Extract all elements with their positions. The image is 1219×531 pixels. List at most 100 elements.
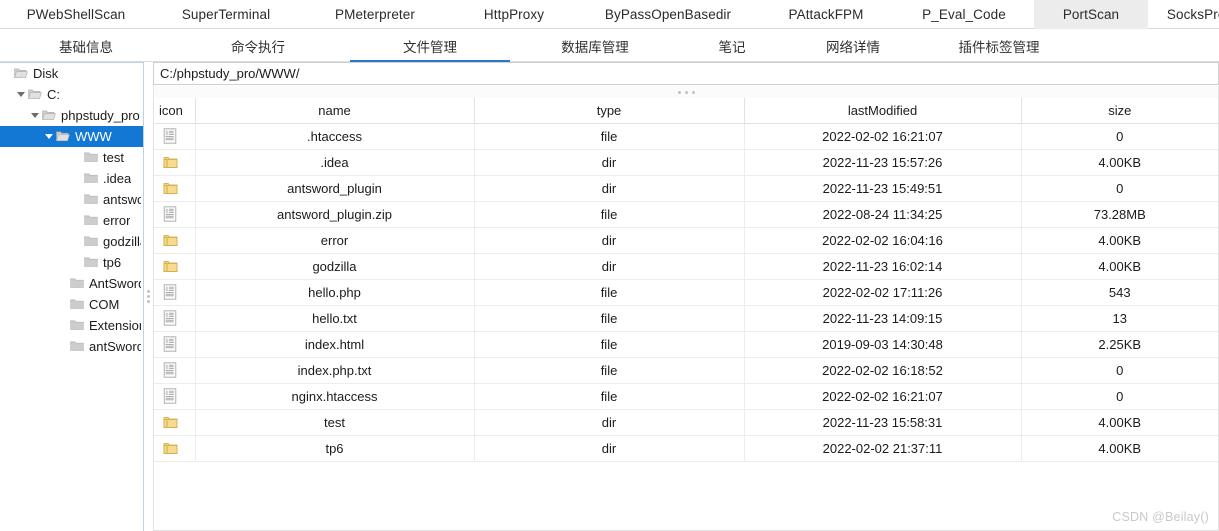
cell-size: 4.00KB xyxy=(1021,227,1218,254)
antsword-file-manager-window: PWebShellScan SuperTerminal PMeterpreter Ht… xyxy=(0,0,1219,531)
tree-item-antsword-2-[interactable]: antSword-2. xyxy=(0,336,143,357)
plugin-tab-httpproxy[interactable]: HttpProxy xyxy=(450,0,578,29)
grip-dot-icon xyxy=(691,90,695,94)
cell-name: nginx.htaccess xyxy=(195,383,475,410)
cell-icon xyxy=(154,201,196,228)
table-row[interactable]: antsword_plugin dir 2022-11-23 15:49:51 0 xyxy=(154,175,1218,202)
cell-size: 4.00KB xyxy=(1021,435,1218,462)
table-row[interactable]: error dir 2022-02-02 16:04:16 4.00KB xyxy=(154,227,1218,254)
cell-size: 543 xyxy=(1021,279,1218,306)
tree-item-label: antSword-2. xyxy=(89,339,141,354)
folder-icon xyxy=(163,156,178,173)
file-list-container[interactable]: icon name type lastModified size .htacce… xyxy=(153,98,1219,531)
cell-icon xyxy=(154,409,196,436)
folder-closed-icon xyxy=(83,147,100,168)
cell-size: 4.00KB xyxy=(1021,149,1218,176)
tree-item-test[interactable]: test xyxy=(0,147,143,168)
cell-name: hello.txt xyxy=(195,305,475,332)
tree-item-godzilla[interactable]: godzilla xyxy=(0,231,143,252)
chevron-down-icon[interactable] xyxy=(28,105,41,126)
plugin-tab-label: PMeterpreter xyxy=(335,7,415,22)
cell-icon xyxy=(154,331,196,358)
plugin-tab-pattackfpm[interactable]: PAttackFPM xyxy=(758,0,894,29)
table-row[interactable]: index.html file 2019-09-03 14:30:48 2.25KB xyxy=(154,331,1218,358)
function-tab-6[interactable]: 插件标签管理 xyxy=(916,29,1082,62)
tree-item-extensions[interactable]: Extensions xyxy=(0,315,143,336)
cell-icon xyxy=(154,149,196,176)
plugin-tab-socksproxy[interactable]: SocksProxy xyxy=(1148,0,1219,29)
tree-item-tp6[interactable]: tp6 xyxy=(0,252,143,273)
column-header-icon[interactable]: icon xyxy=(154,98,196,124)
cell-size: 2.25KB xyxy=(1021,331,1218,358)
cell-lastmodified: 2022-11-23 16:02:14 xyxy=(744,253,1022,280)
tree-item-disk[interactable]: Disk xyxy=(0,63,143,84)
table-row[interactable]: hello.txt file 2022-11-23 14:09:15 13 xyxy=(154,305,1218,332)
function-tab-label: 基础信息 xyxy=(59,39,113,55)
tree-item-label: COM xyxy=(89,297,120,312)
cell-type: dir xyxy=(474,175,745,202)
tree-item-label: phpstudy_pro xyxy=(61,108,140,123)
plugin-tab-superterminal[interactable]: SuperTerminal xyxy=(152,0,300,29)
plugin-tab-pwebshellscan[interactable]: PWebShellScan xyxy=(0,0,152,29)
function-tab-4[interactable]: 笔记 xyxy=(674,29,790,62)
table-row[interactable]: .idea dir 2022-11-23 15:57:26 4.00KB xyxy=(154,149,1218,176)
function-tab-0[interactable]: 基础信息 xyxy=(0,29,172,62)
table-row[interactable]: hello.php file 2022-02-02 17:11:26 543 xyxy=(154,279,1218,306)
tree-item-error[interactable]: error xyxy=(0,210,143,231)
table-row[interactable]: antsword_plugin.zip file 2022-08-24 11:34:… xyxy=(154,201,1218,228)
horizontal-splitter[interactable] xyxy=(153,86,1219,98)
function-tab-5[interactable]: 网络详情 xyxy=(790,29,916,62)
tree-item-c-[interactable]: C: xyxy=(0,84,143,105)
directory-tree-panel[interactable]: Disk C: phpstudy_pro WWW test .idea antsword er… xyxy=(0,62,144,531)
table-row[interactable]: index.php.txt file 2022-02-02 16:18:52 0 xyxy=(154,357,1218,384)
function-tab-label: 网络详情 xyxy=(826,39,880,55)
watermark: CSDN @Beilay() xyxy=(1112,510,1209,524)
plugin-tab-p-eval-code[interactable]: P_Eval_Code xyxy=(894,0,1034,29)
file-table-body: .htaccess file 2022-02-02 16:21:07 0 .idea di… xyxy=(154,123,1218,462)
tree-item--idea[interactable]: .idea xyxy=(0,168,143,189)
cell-lastmodified: 2022-02-02 17:11:26 xyxy=(744,279,1022,306)
cell-type: dir xyxy=(474,435,745,462)
table-row[interactable]: nginx.htaccess file 2022-02-02 16:21:07 0 xyxy=(154,383,1218,410)
column-header-size[interactable]: size xyxy=(1021,98,1218,124)
table-row[interactable]: test dir 2022-11-23 15:58:31 4.00KB xyxy=(154,409,1218,436)
table-header-row: icon name type lastModified size xyxy=(154,98,1218,124)
file-table: icon name type lastModified size .htacce… xyxy=(154,98,1218,462)
tree-item-label: Disk xyxy=(33,66,59,81)
function-tab-1[interactable]: 命令执行 xyxy=(172,29,344,62)
function-tab-2[interactable]: 文件管理 xyxy=(344,29,516,62)
folder-open-icon xyxy=(27,84,44,105)
file-icon xyxy=(163,362,177,381)
cell-lastmodified: 2022-02-02 21:37:11 xyxy=(744,435,1022,462)
cell-lastmodified: 2022-11-23 14:09:15 xyxy=(744,305,1022,332)
table-row[interactable]: godzilla dir 2022-11-23 16:02:14 4.00KB xyxy=(154,253,1218,280)
vertical-splitter[interactable] xyxy=(144,62,153,531)
table-row[interactable]: .htaccess file 2022-02-02 16:21:07 0 xyxy=(154,123,1218,150)
folder-open-icon xyxy=(55,126,72,147)
plugin-tab-bypassopenbasedir[interactable]: ByPassOpenBasedir xyxy=(578,0,758,29)
column-header-lastmodified[interactable]: lastModified xyxy=(744,98,1022,124)
column-header-name[interactable]: name xyxy=(195,98,475,124)
path-input[interactable]: C:/phpstudy_pro/WWW/ xyxy=(153,62,1219,85)
tree-item-antsword-l[interactable]: AntSword-L xyxy=(0,273,143,294)
file-icon xyxy=(163,284,177,303)
tree-item-com[interactable]: COM xyxy=(0,294,143,315)
plugin-tab-pmeterpreter[interactable]: PMeterpreter xyxy=(300,0,450,29)
function-tab-label: 笔记 xyxy=(718,39,746,55)
folder-icon xyxy=(163,260,178,277)
chevron-down-icon[interactable] xyxy=(42,126,55,147)
cell-name: tp6 xyxy=(195,435,475,462)
function-tab-label: 插件标签管理 xyxy=(958,39,1040,55)
cell-icon xyxy=(154,305,196,332)
column-header-type[interactable]: type xyxy=(474,98,745,124)
cell-lastmodified: 2022-08-24 11:34:25 xyxy=(744,201,1022,228)
tree-item-phpstudy-pro[interactable]: phpstudy_pro xyxy=(0,105,143,126)
tree-item-antsword[interactable]: antsword xyxy=(0,189,143,210)
function-tab-3[interactable]: 数据库管理 xyxy=(516,29,674,62)
cell-lastmodified: 2022-11-23 15:58:31 xyxy=(744,409,1022,436)
cell-name: index.html xyxy=(195,331,475,358)
chevron-down-icon[interactable] xyxy=(14,84,27,105)
plugin-tab-portscan[interactable]: PortScan xyxy=(1034,0,1148,29)
tree-item-www[interactable]: WWW xyxy=(0,126,143,147)
table-row[interactable]: tp6 dir 2022-02-02 21:37:11 4.00KB xyxy=(154,435,1218,462)
